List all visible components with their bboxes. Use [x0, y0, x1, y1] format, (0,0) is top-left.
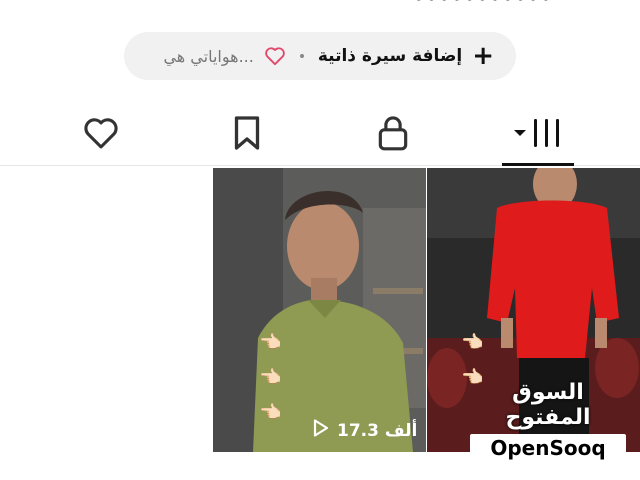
separator-dot — [299, 54, 304, 58]
play-icon — [313, 419, 329, 442]
opensooq-watermark: السوق المفتوح OpenSooq — [470, 380, 626, 462]
video-thumbnail-1[interactable]: 👈🏻 👈🏻 👈🏻 17.3 ألف — [213, 168, 426, 452]
active-tab-indicator — [502, 163, 574, 166]
plus-icon: + — [472, 41, 494, 71]
watermark-arabic: السوق المفتوح — [505, 380, 591, 430]
lock-icon — [378, 116, 408, 151]
view-count-text: 17.3 ألف — [337, 420, 418, 441]
heart-icon — [84, 118, 118, 149]
emoji-column: 👈🏻 👈🏻 👈🏻 — [259, 332, 282, 423]
tab-private[interactable] — [362, 100, 424, 166]
video-frame-person-green-shirt — [213, 168, 426, 452]
grid-icon — [514, 119, 559, 147]
add-bio-label[interactable]: إضافة سيرة ذاتية — [318, 46, 462, 66]
watermark-english: OpenSooq — [470, 434, 626, 462]
tab-saved[interactable] — [216, 100, 278, 166]
hobbies-text: هواياتي هي... — [163, 46, 254, 66]
view-count: 17.3 ألف — [313, 419, 417, 442]
bookmark-icon — [234, 116, 260, 150]
profile-tabs — [0, 100, 640, 166]
tab-liked[interactable] — [70, 100, 132, 166]
profile-screen: • • • • • • • • • • • + إضافة سيرة ذاتية… — [0, 0, 640, 480]
heart-outline-icon — [264, 46, 286, 66]
bio-pill[interactable]: + إضافة سيرة ذاتية هواياتي هي... — [124, 32, 516, 80]
truncated-top-text: • • • • • • • • • • • — [414, 0, 550, 8]
tab-videos[interactable] — [502, 100, 574, 166]
